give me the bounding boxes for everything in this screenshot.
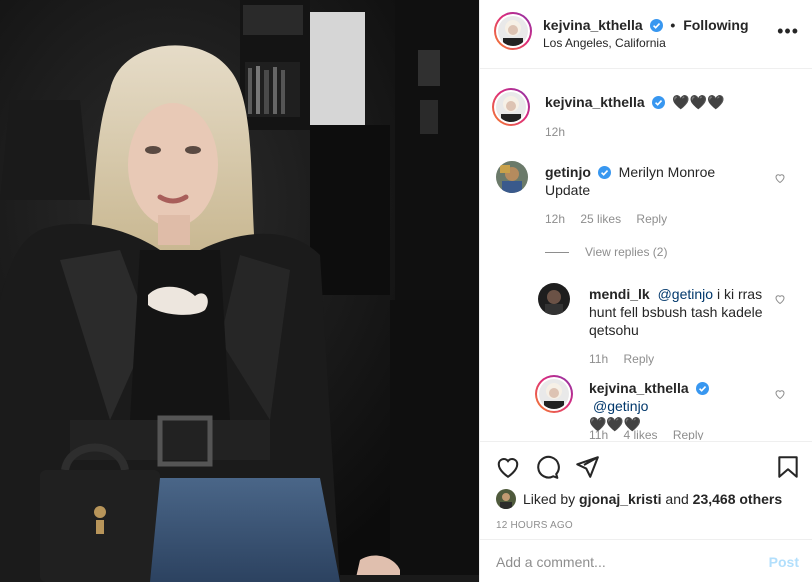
reply-avatar[interactable]: [538, 283, 570, 315]
reply-mention[interactable]: @getinjo: [593, 398, 648, 414]
verified-icon: [651, 96, 665, 109]
header-user-line: kejvina_kthella • Following: [543, 17, 749, 33]
author-avatar[interactable]: [494, 12, 532, 50]
liker-username[interactable]: gjonaj_kristi: [579, 491, 661, 507]
avatar-image: [496, 92, 526, 122]
verified-icon: [597, 166, 611, 179]
reply-avatar[interactable]: [535, 375, 573, 413]
reply-time[interactable]: 11h: [589, 352, 608, 366]
reply-button[interactable]: Reply: [623, 352, 654, 366]
comment-meta: 12h 25 likes Reply: [545, 212, 679, 226]
add-comment-input[interactable]: [496, 554, 756, 570]
avatar-image: [496, 161, 528, 193]
reply-button[interactable]: Reply: [636, 212, 667, 226]
avatar-image: [538, 283, 570, 315]
share-icon[interactable]: [574, 454, 600, 480]
comment-time[interactable]: 12h: [545, 212, 565, 226]
heart-icon[interactable]: [495, 454, 521, 480]
reply-text-block: mendi_lk @getinjo i ki rras hunt fell bs…: [589, 285, 764, 339]
header-separator: •: [670, 17, 676, 33]
more-icon[interactable]: •••: [777, 22, 799, 40]
caption-username[interactable]: kejvina_kthella: [545, 94, 645, 110]
reply-button[interactable]: Reply: [673, 428, 704, 440]
post-location[interactable]: Los Angeles, California: [543, 36, 666, 50]
avatar-image: [498, 16, 528, 46]
post-side-panel: kejvina_kthella • Following Los Angeles,…: [479, 0, 812, 582]
add-comment-bar: Post: [480, 539, 812, 582]
view-replies-label: View replies (2): [585, 245, 668, 259]
post-timestamp[interactable]: 12 HOURS AGO: [496, 520, 573, 531]
comment-icon[interactable]: [534, 454, 560, 480]
reply-username[interactable]: mendi_lk: [589, 286, 650, 302]
author-username[interactable]: kejvina_kthella: [543, 17, 643, 33]
following-button[interactable]: Following: [683, 17, 748, 33]
bookmark-icon[interactable]: [775, 454, 801, 480]
caption-text-line: kejvina_kthella 🖤🖤🖤: [545, 93, 725, 111]
reply-text-block: kejvina_kthella @getinjo 🖤🖤🖤: [589, 379, 769, 433]
likes-count[interactable]: 23,468 others: [693, 491, 783, 507]
avatar-image: [539, 379, 569, 409]
likes-and: and: [665, 491, 689, 507]
reply-mention[interactable]: @getinjo: [658, 286, 713, 302]
view-replies-line: [545, 251, 569, 253]
verified-icon: [649, 19, 663, 32]
comment-likes[interactable]: 25 likes: [580, 212, 621, 226]
post-photo[interactable]: [0, 0, 479, 582]
verified-icon: [695, 382, 709, 395]
avatar-image: [496, 489, 516, 509]
post-actions-section: Liked by gjonaj_kristi and 23,468 others…: [480, 441, 812, 582]
reply-likes[interactable]: 4 likes: [623, 428, 657, 440]
comment-text-block: getinjo Merilyn Monroe Update: [545, 163, 760, 199]
reply-like-heart-icon[interactable]: [774, 293, 786, 305]
reply-meta: 11h 4 likes Reply: [589, 428, 716, 440]
post-header: kejvina_kthella • Following Los Angeles,…: [480, 0, 812, 69]
reply-time[interactable]: 11h: [589, 428, 608, 440]
post-comment-button[interactable]: Post: [769, 554, 799, 570]
caption-text: 🖤🖤🖤: [672, 94, 725, 110]
caption-time[interactable]: 12h: [545, 125, 565, 139]
reply-meta: 11h Reply: [589, 352, 666, 366]
post-image: [0, 0, 479, 582]
caption-meta: 12h: [545, 125, 577, 139]
comment-avatar[interactable]: [496, 161, 528, 193]
comment-like-heart-icon[interactable]: [774, 172, 786, 184]
liker-avatar[interactable]: [496, 489, 516, 509]
view-replies-button[interactable]: View replies (2): [545, 245, 667, 259]
comment-username[interactable]: getinjo: [545, 164, 591, 180]
reply-like-heart-icon[interactable]: [774, 388, 786, 400]
likes-summary: Liked by gjonaj_kristi and 23,468 others: [496, 489, 782, 509]
comments-list[interactable]: kejvina_kthella 🖤🖤🖤 12h getinjo Merilyn …: [480, 70, 812, 440]
caption-avatar[interactable]: [492, 88, 530, 126]
likes-prefix: Liked by: [523, 491, 576, 507]
reply-username[interactable]: kejvina_kthella: [589, 380, 689, 396]
